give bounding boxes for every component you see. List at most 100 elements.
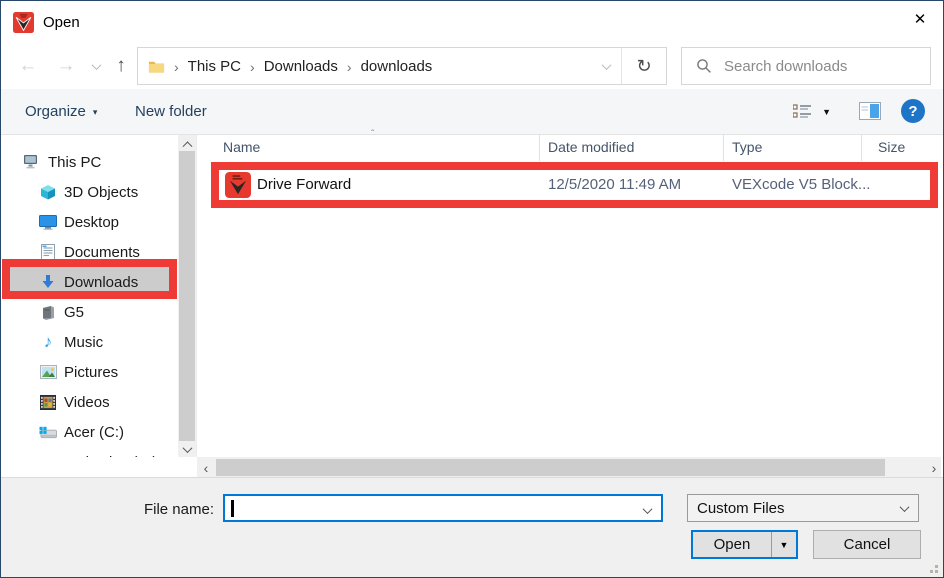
open-dropdown-button[interactable]: ▼	[771, 532, 796, 557]
change-view-button[interactable]: ▼	[793, 89, 831, 134]
breadcrumb-this-pc[interactable]: This PC	[188, 58, 241, 75]
sidebar-item-label: Pictures	[64, 364, 118, 381]
window-title: Open	[43, 14, 80, 31]
column-header-size[interactable]: Size	[878, 139, 905, 155]
organize-label: Organize	[25, 103, 86, 120]
sidebar-item-2nd-drive-d[interactable]: 2nd Drive (D:)	[9, 447, 169, 457]
column-divider[interactable]	[723, 135, 724, 161]
refresh-button[interactable]: ↻	[621, 48, 666, 84]
organize-button[interactable]: Organize ▾	[25, 89, 97, 134]
scroll-up-icon[interactable]	[178, 135, 196, 151]
picture-icon	[39, 363, 57, 381]
back-button[interactable]: ←	[11, 43, 45, 89]
address-bar[interactable]: › This PC › Downloads › downloads ↻	[137, 47, 667, 85]
preview-pane-button[interactable]	[859, 102, 881, 124]
scrollbar-thumb[interactable]	[179, 151, 195, 441]
sidebar-item-label: Videos	[64, 394, 110, 411]
breadcrumb-downloads[interactable]: Downloads	[264, 58, 338, 75]
annotation-downloads-highlight	[2, 259, 177, 299]
chevron-down-icon	[601, 60, 611, 70]
sidebar-item-label: Desktop	[64, 214, 119, 231]
sidebar-item-g5[interactable]: G5	[9, 297, 169, 327]
help-button[interactable]: ?	[901, 99, 925, 123]
forward-button[interactable]: →	[49, 43, 83, 89]
sidebar-item-3d-objects[interactable]: 3D Objects	[9, 177, 169, 207]
sidebar-item-desktop[interactable]: Desktop	[9, 207, 169, 237]
sidebar-item-label: This PC	[48, 154, 101, 171]
close-button[interactable]: ✕	[897, 1, 943, 37]
folder-icon	[148, 59, 165, 74]
device-icon	[39, 303, 57, 321]
sidebar-item-label: Acer (C:)	[64, 424, 124, 441]
new-folder-label: New folder	[135, 103, 207, 120]
horizontal-scrollbar[interactable]: ‹ ›	[197, 457, 941, 478]
command-toolbar: Organize ▾ New folder ▼ ?	[1, 89, 943, 135]
sidebar-scrollbar[interactable]	[178, 135, 196, 457]
list-view-icon	[793, 104, 812, 119]
sidebar-item-music[interactable]: ♪ Music	[9, 327, 169, 357]
new-folder-button[interactable]: New folder	[135, 89, 207, 134]
chevron-down-icon	[900, 502, 910, 512]
file-type-value: Custom Files	[697, 500, 785, 517]
breadcrumb-separator: ›	[347, 58, 352, 75]
address-dropdown-button[interactable]	[591, 48, 621, 84]
forward-icon: →	[57, 55, 76, 77]
open-button-label: Open	[714, 536, 751, 553]
monitor-icon	[39, 213, 57, 231]
scroll-down-icon[interactable]	[178, 441, 196, 457]
back-icon: ←	[19, 55, 38, 77]
sidebar-item-pictures[interactable]: Pictures	[9, 357, 169, 387]
chevron-down-icon	[91, 60, 101, 70]
file-type-dropdown[interactable]: Custom Files	[687, 494, 919, 522]
breadcrumb-downloads-sub[interactable]: downloads	[361, 58, 433, 75]
caret-down-icon: ▾	[93, 105, 98, 118]
breadcrumb-separator: ›	[250, 58, 255, 75]
preview-pane-icon	[859, 102, 881, 120]
cancel-button-label: Cancel	[844, 536, 891, 553]
up-arrow-icon: ↑	[116, 55, 126, 77]
cube-icon	[39, 183, 57, 201]
navigation-bar: ← → ↑ › This PC › Downloads › downloads …	[1, 43, 943, 89]
column-headers: ˆ Name Date modified Type Size	[197, 135, 943, 162]
column-header-date-modified[interactable]: Date modified	[548, 139, 634, 155]
sidebar-item-label: Documents	[64, 244, 140, 261]
up-button[interactable]: ↑	[105, 43, 137, 89]
file-name-combobox	[223, 494, 663, 522]
column-header-name[interactable]: Name	[223, 139, 260, 155]
sidebar-item-label: 2nd Drive (D:)	[64, 454, 157, 458]
open-split-button[interactable]: Open ▼	[691, 530, 798, 559]
sidebar-item-videos[interactable]: Videos	[9, 387, 169, 417]
search-box	[681, 47, 931, 85]
column-divider[interactable]	[539, 135, 540, 161]
column-divider[interactable]	[861, 135, 862, 161]
caret-down-icon: ▼	[780, 540, 789, 550]
close-icon: ✕	[914, 10, 927, 28]
help-icon: ?	[908, 103, 917, 120]
sidebar-item-label: 3D Objects	[64, 184, 138, 201]
sort-ascending-icon: ˆ	[371, 129, 374, 140]
annotation-file-row-highlight	[211, 162, 938, 208]
cancel-button[interactable]: Cancel	[813, 530, 921, 559]
resize-grip[interactable]	[927, 562, 938, 573]
file-name-label: File name:	[1, 501, 214, 518]
scroll-right-icon[interactable]: ›	[927, 457, 941, 478]
computer-icon	[23, 153, 41, 171]
open-button[interactable]: Open	[693, 532, 771, 557]
file-name-input[interactable]	[225, 496, 661, 520]
sidebar-item-acer-c[interactable]: Acer (C:)	[9, 417, 169, 447]
dialog-footer: File name: Custom Files Open ▼ Cancel	[1, 477, 943, 577]
film-icon	[39, 393, 57, 411]
breadcrumb: › This PC › Downloads › downloads	[138, 58, 591, 75]
search-icon	[696, 58, 712, 74]
sidebar-item-this-pc[interactable]: This PC	[9, 147, 169, 177]
drive-icon	[39, 453, 57, 457]
scrollbar-thumb[interactable]	[216, 459, 885, 476]
column-header-type[interactable]: Type	[732, 139, 762, 155]
sidebar-item-label: Music	[64, 334, 103, 351]
scroll-left-icon[interactable]: ‹	[199, 457, 213, 478]
vexcode-app-icon	[13, 12, 34, 33]
text-cursor	[231, 500, 234, 517]
recent-locations-button[interactable]	[85, 43, 107, 89]
search-input[interactable]	[724, 58, 930, 75]
sidebar-item-label: G5	[64, 304, 84, 321]
